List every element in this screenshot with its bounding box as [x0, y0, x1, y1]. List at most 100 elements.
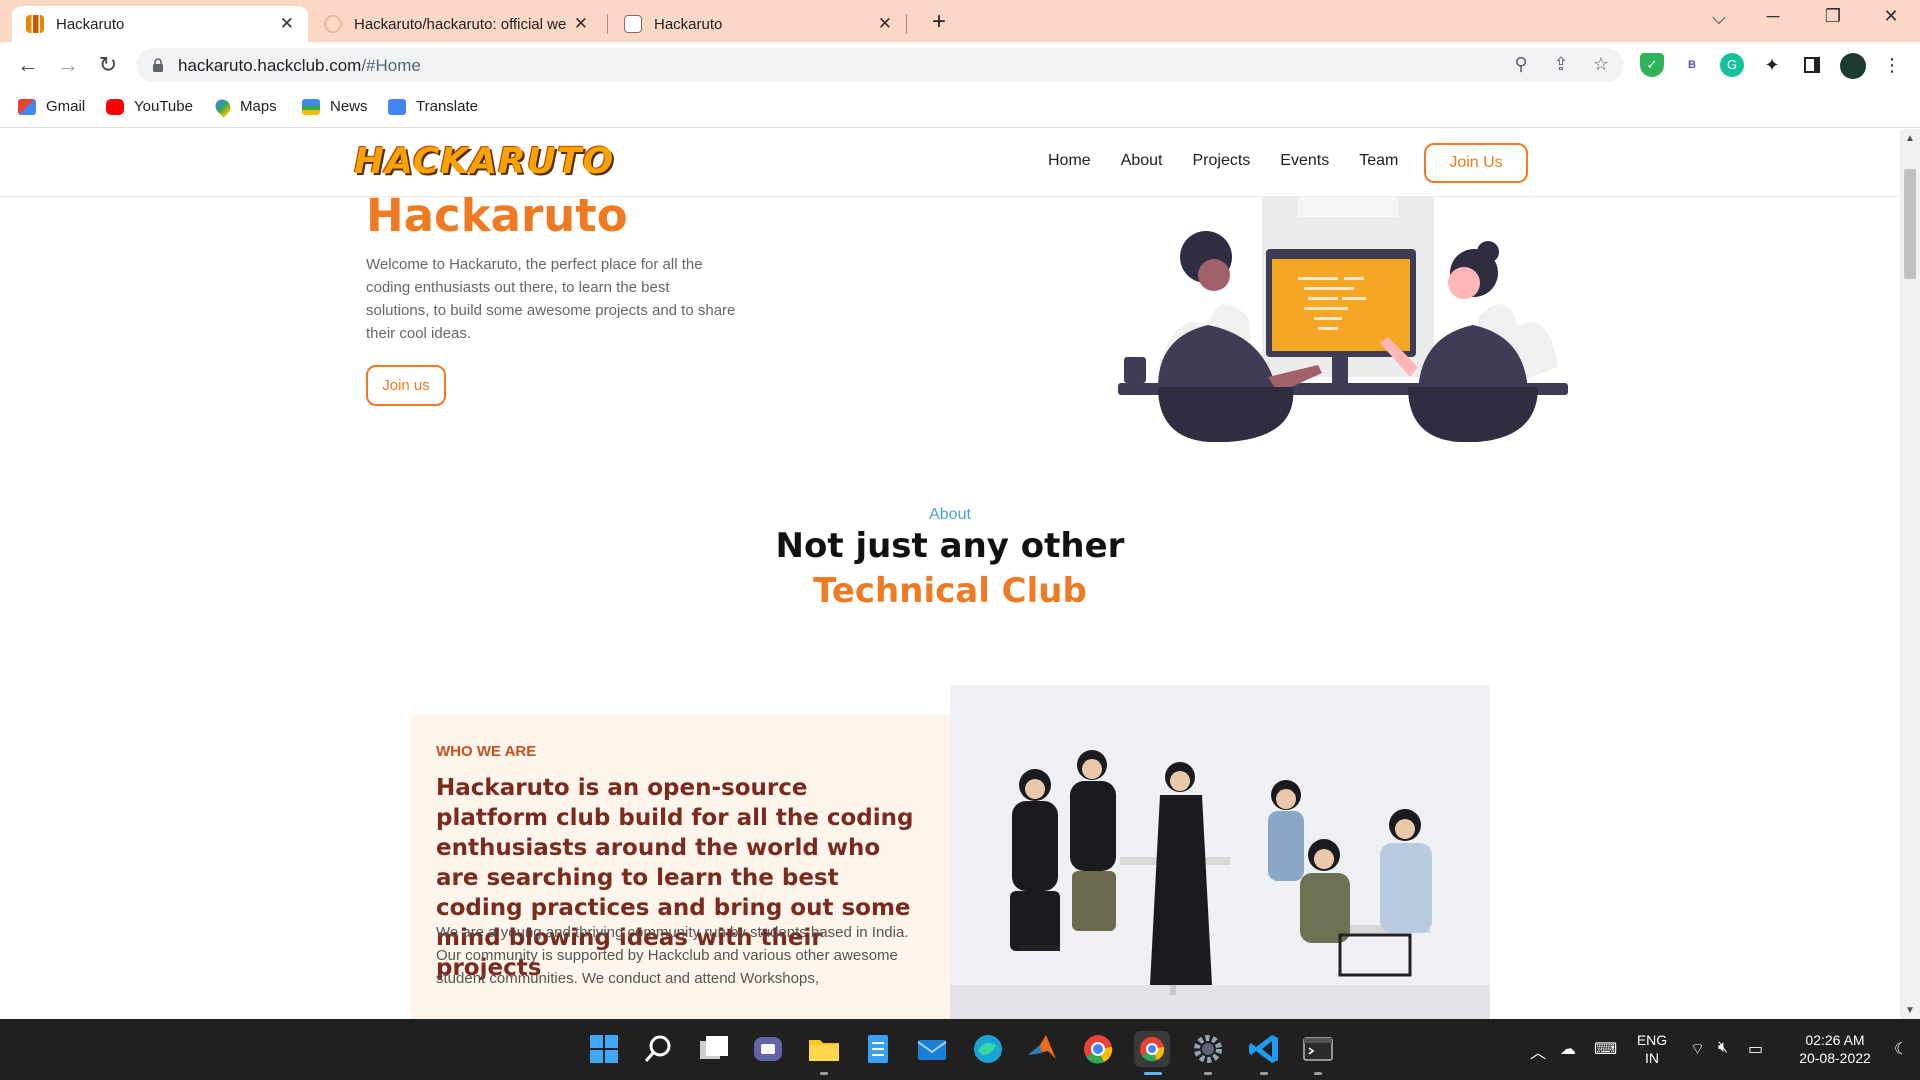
tab-search-chevron-icon[interactable]: ⌵: [1696, 8, 1742, 29]
bookmark-translate[interactable]: Translate: [388, 98, 478, 115]
shield-extension-icon[interactable]: ✓: [1640, 53, 1664, 77]
notepad-icon[interactable]: [860, 1031, 896, 1067]
bookmark-label: Translate: [416, 98, 478, 115]
clock[interactable]: 02:26 AM 20-08-2022: [1780, 1031, 1890, 1067]
grammarly-icon[interactable]: G: [1720, 53, 1744, 77]
translate-icon: [388, 98, 406, 115]
extensions-puzzle-icon[interactable]: ✦: [1760, 53, 1784, 77]
bookmark-gmail[interactable]: Gmail: [18, 98, 85, 115]
address-bar[interactable]: hackaruto.hackclub.com/#Home ⚲ ⇪ ☆: [136, 48, 1624, 82]
vscode-icon[interactable]: [1246, 1031, 1282, 1067]
close-window-button[interactable]: ✕: [1868, 6, 1914, 27]
teams-chat-icon[interactable]: [750, 1031, 786, 1067]
running-indicator: [1314, 1072, 1322, 1075]
language-indicator[interactable]: ENG IN: [1628, 1031, 1676, 1067]
volume-muted-icon[interactable]: 🔇︎: [1718, 1039, 1728, 1057]
tab-hackaruto-active[interactable]: Hackaruto ✕: [12, 6, 308, 42]
start-windows-icon[interactable]: [586, 1031, 622, 1067]
close-tab-icon[interactable]: ✕: [878, 14, 892, 34]
page-scrollbar[interactable]: ▲ ▼: [1900, 129, 1920, 1019]
nav-team[interactable]: Team: [1359, 152, 1398, 170]
lock-icon: [153, 58, 163, 72]
scroll-thumb[interactable]: [1904, 169, 1916, 279]
tab-title: Hackaruto: [654, 15, 723, 33]
running-indicator: [1204, 1072, 1212, 1075]
hero-join-button[interactable]: Join us: [366, 365, 446, 406]
tab-hackaruto-2[interactable]: Hackaruto ✕: [610, 6, 906, 42]
edge-browser-icon[interactable]: [970, 1031, 1006, 1067]
settings-gear-icon[interactable]: [1190, 1031, 1226, 1067]
task-view-icon[interactable]: [696, 1031, 732, 1067]
keyboard-icon[interactable]: ⌨: [1594, 1039, 1617, 1059]
focus-moon-icon[interactable]: ☾: [1894, 1039, 1908, 1059]
scroll-down-arrow-icon[interactable]: ▼: [1905, 1005, 1915, 1016]
close-tab-icon[interactable]: ✕: [574, 14, 588, 34]
gmail-icon: [18, 98, 36, 115]
bookmark-label: Gmail: [46, 98, 86, 115]
zoom-icon[interactable]: ⚲: [1508, 54, 1534, 75]
bookmark-news[interactable]: News: [302, 98, 368, 115]
windows-taskbar: ︿ ☁ ⌨ ENG IN ⌔ 🔇︎ ▭ 02:26 AM 20-08-2022 …: [0, 1019, 1920, 1080]
url-text: hackaruto.hackclub.com/#Home: [178, 56, 421, 76]
browser-toolbar: ← → ↻ hackaruto.hackclub.com/#Home ⚲ ⇪ ☆…: [0, 42, 1920, 88]
matlab-icon[interactable]: [1024, 1031, 1060, 1067]
site-nav: Home About Projects Events Team: [1048, 152, 1428, 170]
search-icon[interactable]: [640, 1031, 676, 1067]
coding-people-illustration: [1118, 197, 1568, 442]
nav-projects[interactable]: Projects: [1193, 152, 1251, 170]
onedrive-cloud-icon[interactable]: ☁: [1560, 1039, 1576, 1059]
tab-separator: [906, 14, 907, 34]
side-panel-icon[interactable]: [1800, 53, 1824, 77]
menu-kebab-icon[interactable]: ⋮: [1880, 53, 1904, 77]
share-icon[interactable]: ⇪: [1548, 54, 1574, 75]
file-explorer-icon[interactable]: [806, 1031, 842, 1067]
running-indicator: [820, 1072, 828, 1075]
bookmark-label: News: [330, 98, 368, 115]
youtube-icon: [106, 98, 124, 115]
about-heading: Not just any other: [775, 526, 1125, 566]
clock-date: 20-08-2022: [1799, 1050, 1871, 1066]
mail-icon[interactable]: [914, 1031, 950, 1067]
nav-about[interactable]: About: [1121, 152, 1163, 170]
bookmark-star-icon[interactable]: ☆: [1588, 54, 1614, 75]
chrome-profile-active-icon[interactable]: [1134, 1031, 1170, 1067]
close-tab-icon[interactable]: ✕: [280, 14, 294, 34]
tab-title: Hackaruto/hackaruto: official website: [354, 15, 566, 33]
who-we-are-card: WHO WE ARE Hackaruto is an open-source p…: [410, 715, 950, 1019]
who-kicker: WHO WE ARE: [436, 743, 537, 760]
battery-icon[interactable]: ▭: [1748, 1039, 1763, 1059]
team-photo: [950, 685, 1490, 1019]
chrome-icon[interactable]: [1080, 1031, 1116, 1067]
language-code: ENG: [1636, 1032, 1668, 1048]
forward-button[interactable]: →: [54, 51, 82, 79]
extension-b-icon[interactable]: B: [1680, 53, 1704, 77]
tray-chevron-up-icon[interactable]: ︿: [1530, 1039, 1546, 1063]
active-app-indicator: [1144, 1072, 1162, 1075]
github-icon: [324, 15, 342, 33]
restore-button[interactable]: ❐: [1810, 6, 1856, 27]
back-button[interactable]: ←: [14, 51, 42, 79]
nav-home[interactable]: Home: [1048, 152, 1091, 170]
nav-events[interactable]: Events: [1280, 152, 1329, 170]
profile-avatar[interactable]: [1840, 53, 1866, 79]
new-tab-button[interactable]: +: [924, 8, 954, 38]
scroll-up-arrow-icon[interactable]: ▲: [1905, 133, 1915, 144]
wifi-icon[interactable]: ⌔: [1690, 1039, 1705, 1059]
minimize-button[interactable]: ─: [1750, 6, 1796, 27]
tab-separator: [607, 14, 608, 34]
running-indicator: [1260, 1072, 1268, 1075]
maps-pin-icon: [212, 95, 234, 118]
tab-github-repo[interactable]: Hackaruto/hackaruto: official website ✕: [310, 6, 602, 42]
hero-description: Welcome to Hackaruto, the perfect place …: [366, 256, 736, 342]
terminal-icon[interactable]: [1300, 1031, 1336, 1067]
site-header: HACKARUTO Home About Projects Events Tea…: [0, 129, 1900, 197]
hackaruto-logo[interactable]: HACKARUTO: [354, 141, 614, 182]
about-heading-accent: Technical Club: [813, 571, 1087, 611]
header-join-button[interactable]: Join Us: [1424, 143, 1528, 183]
bookmark-youtube[interactable]: YouTube: [106, 98, 193, 115]
hackaruto-favicon-icon: [26, 15, 44, 33]
page-viewport: HACKARUTO Home About Projects Events Tea…: [0, 129, 1900, 1019]
tab-strip: Hackaruto ✕ Hackaruto/hackaruto: officia…: [0, 0, 1920, 42]
bookmark-maps[interactable]: Maps: [212, 95, 277, 118]
reload-button[interactable]: ↻: [94, 51, 122, 79]
